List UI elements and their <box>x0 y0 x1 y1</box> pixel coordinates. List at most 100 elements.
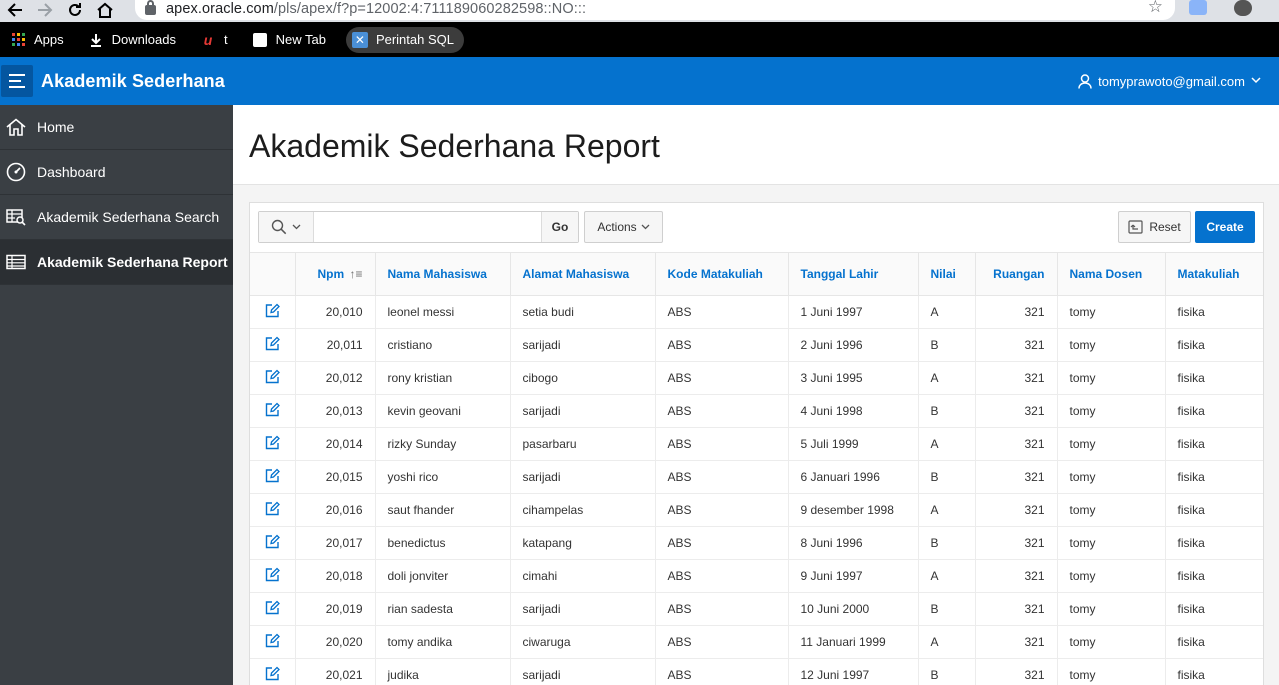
table-cell: tomy <box>1057 493 1166 527</box>
edit-icon[interactable] <box>265 633 280 648</box>
user-menu[interactable]: tomyprawoto@gmail.com <box>1078 57 1261 105</box>
go-button[interactable]: Go <box>541 212 578 242</box>
back-arrow-icon[interactable] <box>0 0 30 20</box>
search-input[interactable] <box>314 212 541 242</box>
tiktok-icon: u <box>203 31 213 48</box>
table-cell: rizky Sunday <box>375 427 511 461</box>
bookmark-downloads[interactable]: Downloads <box>84 27 180 53</box>
column-header-npm[interactable]: Npm ↑≡ <box>295 252 376 296</box>
app-header: Akademik Sederhana tomyprawoto@gmail.com <box>0 57 1279 105</box>
sidebar-item-report[interactable]: Akademik Sederhana Report <box>0 240 233 285</box>
table-cell: saut fhander <box>375 493 511 527</box>
table-cell: setia budi <box>510 295 656 329</box>
table-cell: fisika <box>1165 460 1263 494</box>
table-row: 20,019 rian sadesta sarijadi ABS 10 Juni 200… <box>250 592 1263 626</box>
column-header-alamat-mahasiswa[interactable]: Alamat Mahasiswa <box>510 252 656 296</box>
table-cell: 11 Januari 1999 <box>788 625 919 659</box>
edit-icon[interactable] <box>265 501 280 516</box>
bookmark-t[interactable]: u t <box>196 27 232 53</box>
table-row: 20,018 doli jonviter cimahi ABS 9 Juni 1997 A… <box>250 559 1263 593</box>
user-email: tomyprawoto@gmail.com <box>1098 73 1245 89</box>
home-icon <box>5 116 27 138</box>
table-cell: ABS <box>655 493 789 527</box>
column-header-tanggal-lahir[interactable]: Tanggal Lahir <box>788 252 919 296</box>
table-cell: tomy <box>1057 394 1166 428</box>
edit-icon[interactable] <box>265 600 280 615</box>
create-button[interactable]: Create <box>1195 211 1255 243</box>
edit-icon[interactable] <box>265 567 280 582</box>
extension-icon[interactable] <box>1189 0 1207 15</box>
address-bar[interactable]: apex.oracle.com/pls/apex/f?p=12002:4:711… <box>135 0 1175 20</box>
menu-toggle-button[interactable] <box>1 65 33 97</box>
edit-icon[interactable] <box>265 468 280 483</box>
table-row: 20,012 rony kristian cibogo ABS 3 Juni 1995 A… <box>250 361 1263 395</box>
column-header-nilai[interactable]: Nilai <box>918 252 976 296</box>
column-header-nama-dosen[interactable]: Nama Dosen <box>1057 252 1166 296</box>
column-header-kode-matakuliah[interactable]: Kode Matakuliah <box>655 252 789 296</box>
column-header-ruangan[interactable]: Ruangan <box>975 252 1058 296</box>
bookmark-star-icon[interactable]: ☆ <box>1148 0 1163 17</box>
reset-button[interactable]: Reset <box>1118 211 1191 243</box>
table-row: 20,016 saut fhander cihampelas ABS 9 desembe… <box>250 493 1263 527</box>
table-cell: fisika <box>1165 625 1263 659</box>
forward-arrow-icon[interactable] <box>30 0 60 20</box>
column-header-label: Npm <box>317 267 345 281</box>
home-browser-icon[interactable] <box>90 0 120 20</box>
sidebar-item-dashboard[interactable]: Dashboard <box>0 150 233 195</box>
chevron-down-icon <box>1251 75 1261 87</box>
search-table-icon <box>5 206 27 228</box>
table-cell: tomy andika <box>375 625 511 659</box>
table-cell: fisika <box>1165 658 1263 685</box>
interactive-report-region: Go Actions Reset Create Npm ↑≡ Nama Maha… <box>249 202 1264 685</box>
edit-column-header <box>250 252 296 296</box>
table-cell: sarijadi <box>510 460 656 494</box>
table-cell: yoshi rico <box>375 460 511 494</box>
table-cell: fisika <box>1165 361 1263 395</box>
download-icon <box>88 32 104 48</box>
edit-cell <box>250 328 296 362</box>
edit-icon[interactable] <box>265 666 280 681</box>
table-cell: fisika <box>1165 328 1263 362</box>
dashboard-icon <box>5 161 27 183</box>
reload-icon[interactable] <box>60 0 90 20</box>
table-cell: ABS <box>655 328 789 362</box>
bookmark-apps[interactable]: Apps <box>6 27 68 53</box>
table-cell: 321 <box>975 394 1058 428</box>
actions-menu-button[interactable]: Actions <box>584 211 663 243</box>
edit-cell <box>250 493 296 527</box>
sidebar-item-search[interactable]: Akademik Sederhana Search <box>0 195 233 240</box>
column-search-button[interactable] <box>259 212 314 242</box>
table-cell: ciwaruga <box>510 625 656 659</box>
table-cell: kevin geovani <box>375 394 511 428</box>
url-path: /pls/apex/f?p=12002:4:711189060282598::N… <box>273 0 587 17</box>
table-cell: 321 <box>975 592 1058 626</box>
bookmark-new-tab[interactable]: New Tab <box>248 27 330 53</box>
table-cell: 5 Juli 1999 <box>788 427 919 461</box>
table-cell: 3 Juni 1995 <box>788 361 919 395</box>
edit-icon[interactable] <box>265 435 280 450</box>
edit-cell <box>250 625 296 659</box>
report-body: 20,010 leonel messi setia budi ABS 1 Juni 19… <box>250 295 1263 685</box>
sidebar-item-home[interactable]: Home <box>0 105 233 150</box>
table-row: 20,011 cristiano sarijadi ABS 2 Juni 1996 B 32… <box>250 328 1263 362</box>
table-cell: sarijadi <box>510 328 656 362</box>
table-cell: tomy <box>1057 526 1166 560</box>
column-header-matakuliah[interactable]: Matakuliah <box>1165 252 1263 296</box>
app-title[interactable]: Akademik Sederhana <box>41 71 225 92</box>
table-cell: A <box>918 559 976 593</box>
edit-icon[interactable] <box>265 534 280 549</box>
bookmark-label: New Tab <box>275 32 326 47</box>
profile-avatar-icon[interactable] <box>1234 0 1252 16</box>
edit-icon[interactable] <box>265 336 280 351</box>
edit-icon[interactable] <box>265 303 280 318</box>
table-cell: ABS <box>655 559 789 593</box>
bookmark-perintah-sql[interactable]: ✕ Perintah SQL <box>345 26 464 53</box>
table-cell: 20,011 <box>295 328 376 362</box>
chevron-down-icon <box>292 224 301 230</box>
edit-icon[interactable] <box>265 369 280 384</box>
table-cell: 20,012 <box>295 361 376 395</box>
table-cell: fisika <box>1165 559 1263 593</box>
column-header-nama-mahasiswa[interactable]: Nama Mahasiswa <box>375 252 511 296</box>
table-cell: doli jonviter <box>375 559 511 593</box>
edit-icon[interactable] <box>265 402 280 417</box>
